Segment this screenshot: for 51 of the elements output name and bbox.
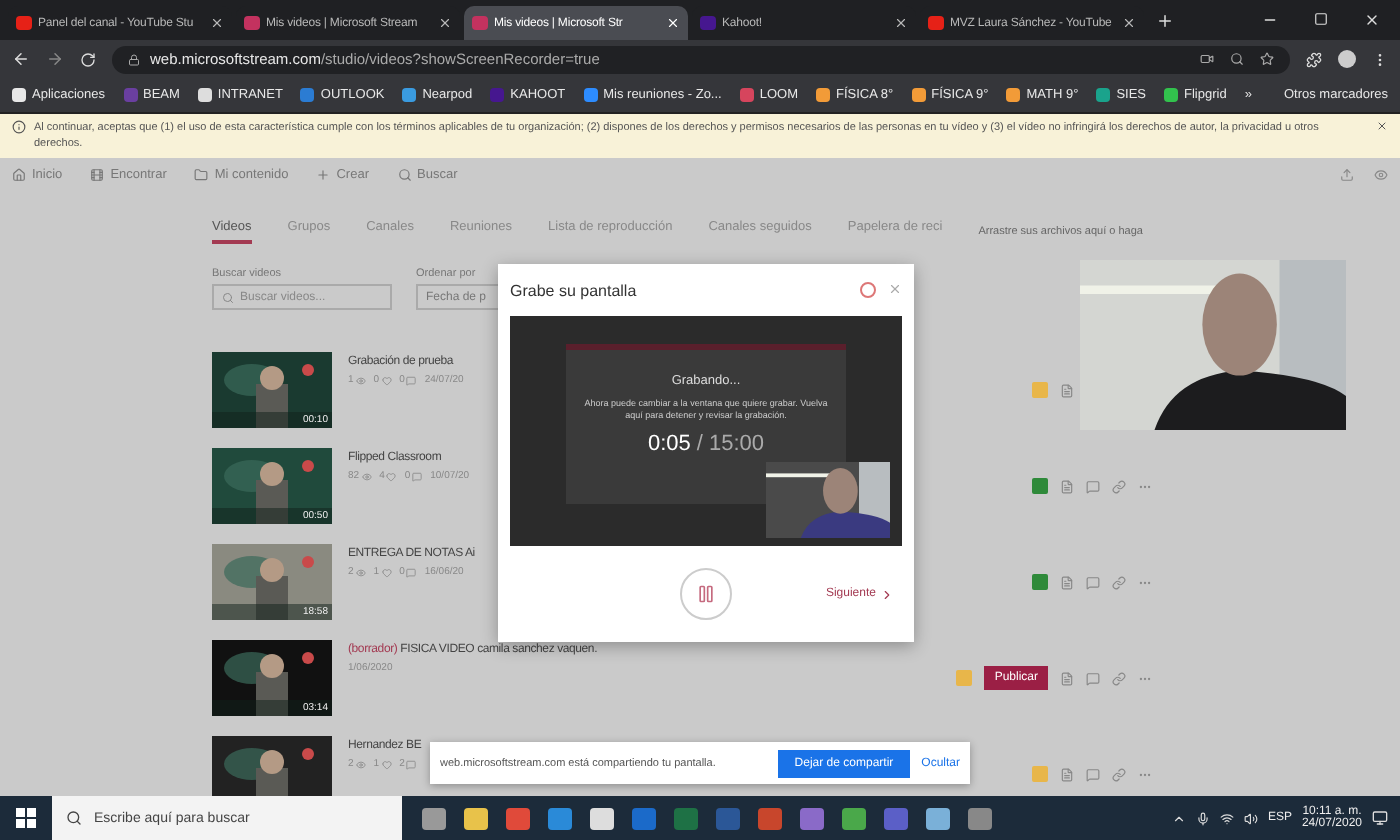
dialog-title: Grabe su pantalla	[510, 281, 639, 299]
site-icon	[244, 16, 260, 30]
search-icon	[397, 168, 411, 182]
details-icon[interactable]	[1060, 671, 1074, 685]
notifications-icon[interactable]	[1372, 810, 1388, 826]
close-icon[interactable]	[894, 16, 908, 30]
search-icon	[222, 291, 234, 303]
create-icon	[316, 168, 331, 182]
wifi-icon[interactable]	[1219, 811, 1234, 825]
close-icon[interactable]	[1376, 120, 1388, 132]
new-tab-icon[interactable]	[1156, 11, 1174, 29]
search-icon	[66, 810, 82, 826]
volume-icon[interactable]	[1243, 811, 1258, 825]
site-icon	[16, 16, 32, 30]
avatar-icon[interactable]	[1338, 50, 1356, 68]
close-icon[interactable]	[210, 16, 224, 30]
close-icon[interactable]	[438, 16, 452, 30]
taskbar-app-icon[interactable]	[422, 807, 446, 829]
details-icon[interactable]	[1060, 383, 1074, 397]
taskbar-app-icon[interactable]	[842, 807, 866, 829]
search-icon[interactable]	[1230, 52, 1244, 66]
site-icon	[472, 16, 488, 30]
site-icon	[928, 16, 944, 30]
time-limit: / 15:00	[696, 432, 765, 456]
site-icon	[700, 16, 716, 30]
taskbar-app-icon[interactable]	[590, 807, 614, 829]
details-icon[interactable]	[1060, 479, 1074, 493]
forward-icon[interactable]	[46, 50, 64, 68]
star-icon[interactable]	[1260, 52, 1274, 66]
chevron-icon	[880, 587, 894, 601]
reload-icon[interactable]	[80, 51, 96, 67]
maximize-icon[interactable]	[1314, 12, 1328, 26]
content-icon	[194, 168, 209, 182]
microphone-icon[interactable]	[1195, 811, 1210, 825]
help-icon[interactable]	[860, 282, 876, 298]
find-icon	[90, 168, 105, 182]
lock-icon	[128, 53, 140, 65]
pause-button[interactable]	[680, 568, 732, 620]
close-icon[interactable]	[1122, 16, 1136, 30]
extensions-icon[interactable]	[1306, 51, 1322, 67]
camera-icon[interactable]	[1200, 52, 1214, 66]
taskbar-app-icon[interactable]	[464, 807, 488, 829]
details-icon[interactable]	[1060, 575, 1074, 589]
tray-icon[interactable]	[1171, 811, 1186, 825]
pause-icon	[696, 584, 716, 604]
details-icon[interactable]	[1060, 767, 1074, 781]
elapsed-time: 0:05	[647, 432, 691, 456]
info-icon	[12, 120, 26, 134]
taskbar-app-icon[interactable]	[926, 807, 950, 829]
back-icon[interactable]	[12, 50, 30, 68]
home-icon	[12, 168, 26, 182]
